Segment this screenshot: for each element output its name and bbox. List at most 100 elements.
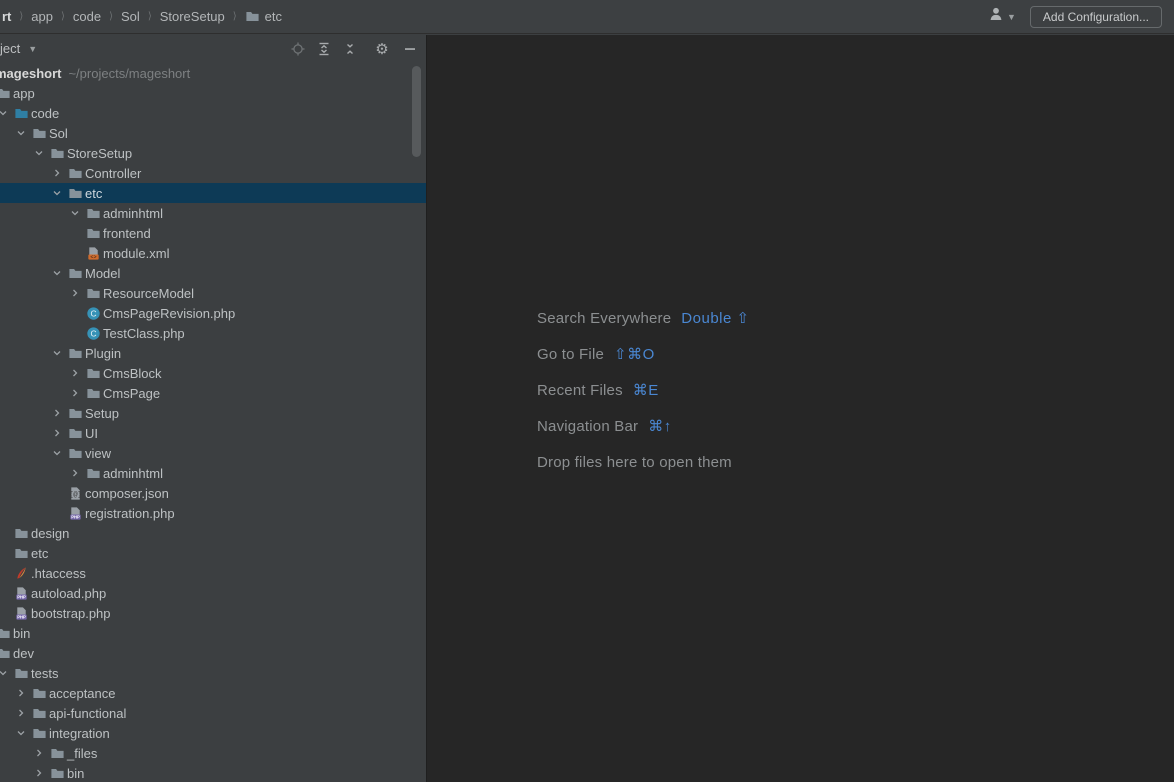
chevron-down-icon[interactable] xyxy=(48,265,66,281)
tree-item-plugin[interactable]: Plugin xyxy=(0,343,426,363)
tree-item-bin[interactable]: bin xyxy=(0,623,426,643)
expand-all-icon[interactable] xyxy=(316,41,332,57)
tree-item-project-root[interactable]: mageshort ~/projects/mageshort xyxy=(0,63,426,83)
chevron-right-icon[interactable] xyxy=(30,765,48,781)
tree-item-sol[interactable]: Sol xyxy=(0,123,426,143)
tree-item-integration[interactable]: integration xyxy=(0,723,426,743)
chevron-right-icon[interactable] xyxy=(12,705,30,721)
tree-item-label: etc xyxy=(85,185,103,201)
tree-item-setup[interactable]: Setup xyxy=(0,403,426,423)
shortcut-label: Go to File xyxy=(537,345,605,363)
folder-icon xyxy=(48,765,66,781)
tree-item-files[interactable]: _files xyxy=(0,743,426,763)
tree-item-frontend[interactable]: frontend xyxy=(0,223,426,243)
tree-item-htaccess[interactable]: .htaccess xyxy=(0,563,426,583)
tree-item-controller[interactable]: Controller xyxy=(0,163,426,183)
chevron-down-icon[interactable] xyxy=(48,185,66,201)
breadcrumb-item-etc[interactable]: etc xyxy=(245,9,282,24)
locate-icon[interactable] xyxy=(290,41,306,57)
shortcut-hint-drop-files-here-to-open-them: Drop files here to open them xyxy=(537,444,750,480)
breadcrumb-item-app[interactable]: app xyxy=(31,9,53,24)
project-view-selector[interactable]: ject ▼ xyxy=(0,41,37,56)
chevron-right-icon[interactable] xyxy=(48,165,66,181)
tree-item-composer-json[interactable]: {@} composer.json xyxy=(0,483,426,503)
chevron-down-icon[interactable] xyxy=(0,665,12,681)
tree-item-resourcemodel[interactable]: ResourceModel xyxy=(0,283,426,303)
folder-icon xyxy=(48,745,66,761)
tree-item-cmspagerevision-php[interactable]: C CmsPageRevision.php xyxy=(0,303,426,323)
tree-item-cmspage[interactable]: CmsPage xyxy=(0,383,426,403)
tree-item-etc[interactable]: etc xyxy=(0,543,426,563)
shortcut-hint-navigation-bar: Navigation Bar ⌘↑ xyxy=(537,408,750,444)
tree-item-view[interactable]: view xyxy=(0,443,426,463)
tree-item-code[interactable]: code xyxy=(0,103,426,123)
tree-item-registration-php[interactable]: PHP registration.php xyxy=(0,503,426,523)
chevron-right-icon[interactable] xyxy=(66,385,84,401)
tree-item-api-functional[interactable]: api-functional xyxy=(0,703,426,723)
tree-item-label: bin xyxy=(13,625,31,641)
chevron-right-icon[interactable] xyxy=(12,685,30,701)
tree-item-etc[interactable]: etc xyxy=(0,183,426,203)
tree-item-app[interactable]: app xyxy=(0,83,426,103)
scrollbar-thumb[interactable] xyxy=(412,66,421,157)
tree-item-tests[interactable]: tests xyxy=(0,663,426,683)
hide-panel-icon[interactable] xyxy=(402,41,418,57)
chevron-right-icon[interactable] xyxy=(66,285,84,301)
breadcrumb-item-rt[interactable]: rt xyxy=(2,9,11,24)
tree-item-bin[interactable]: bin xyxy=(0,763,426,782)
tree-item-bootstrap-php[interactable]: PHP bootstrap.php xyxy=(0,603,426,623)
breadcrumb-separator-icon: ⟩ xyxy=(61,11,65,22)
chevron-right-icon[interactable] xyxy=(48,405,66,421)
breadcrumb-item-code[interactable]: code xyxy=(73,9,101,24)
chevron-right-icon[interactable] xyxy=(30,745,48,761)
breadcrumb-item-sol[interactable]: Sol xyxy=(121,9,140,24)
tree-item-design[interactable]: design xyxy=(0,523,426,543)
chevron-down-icon[interactable] xyxy=(66,205,84,221)
chevron-down-icon[interactable] xyxy=(12,125,30,141)
chevron-down-icon[interactable] xyxy=(12,725,30,741)
project-root-path: ~/projects/mageshort xyxy=(68,65,191,81)
tree-item-label: design xyxy=(31,525,70,541)
chevron-right-icon[interactable] xyxy=(48,425,66,441)
chevron-right-icon[interactable] xyxy=(66,365,84,381)
tree-item-adminhtml[interactable]: adminhtml xyxy=(0,203,426,223)
chevron-down-icon[interactable] xyxy=(48,345,66,361)
folder-icon xyxy=(66,405,84,421)
tree-item-testclass-php[interactable]: C TestClass.php xyxy=(0,323,426,343)
tree-item-model[interactable]: Model xyxy=(0,263,426,283)
tree-item-label: StoreSetup xyxy=(67,145,133,161)
tree-item-adminhtml[interactable]: adminhtml xyxy=(0,463,426,483)
tree-item-label: dev xyxy=(13,645,34,661)
shortcut-label: Recent Files xyxy=(537,381,623,399)
tree-item-label: code xyxy=(31,105,60,121)
tree-item-module-xml[interactable]: <> module.xml xyxy=(0,243,426,263)
chevron-down-icon[interactable] xyxy=(30,145,48,161)
settings-gear-icon[interactable]: ⚙ xyxy=(374,41,390,58)
php-icon: PHP xyxy=(66,505,84,521)
svg-text:C: C xyxy=(90,308,96,318)
collapse-all-icon[interactable] xyxy=(342,41,358,57)
svg-text:{@}: {@} xyxy=(69,491,82,499)
folder-icon xyxy=(0,625,12,641)
tree-item-storesetup[interactable]: StoreSetup xyxy=(0,143,426,163)
add-configuration-button[interactable]: Add Configuration... xyxy=(1029,5,1162,28)
folder-icon xyxy=(66,345,84,361)
project-root-name: mageshort xyxy=(0,65,62,81)
breadcrumb-item-storesetup[interactable]: StoreSetup xyxy=(160,9,225,24)
tree-item-cmsblock[interactable]: CmsBlock xyxy=(0,363,426,383)
chevron-down-icon[interactable] xyxy=(0,105,12,121)
user-menu-button[interactable]: ▼ xyxy=(984,4,1020,29)
tree-item-dev[interactable]: dev xyxy=(0,643,426,663)
tree-item-label: Setup xyxy=(85,405,119,421)
tree-item-acceptance[interactable]: acceptance xyxy=(0,683,426,703)
chevron-down-icon[interactable] xyxy=(48,445,66,461)
chevron-down-icon: ▼ xyxy=(28,43,38,54)
panel-header-toolbar: ⚙ xyxy=(290,41,418,58)
tree-item-ui[interactable]: UI xyxy=(0,423,426,443)
breadcrumb-label: code xyxy=(72,9,102,24)
tree-item-label: Plugin xyxy=(85,345,122,361)
chevron-right-icon[interactable] xyxy=(66,465,84,481)
tree-item-autoload-php[interactable]: PHP autoload.php xyxy=(0,583,426,603)
